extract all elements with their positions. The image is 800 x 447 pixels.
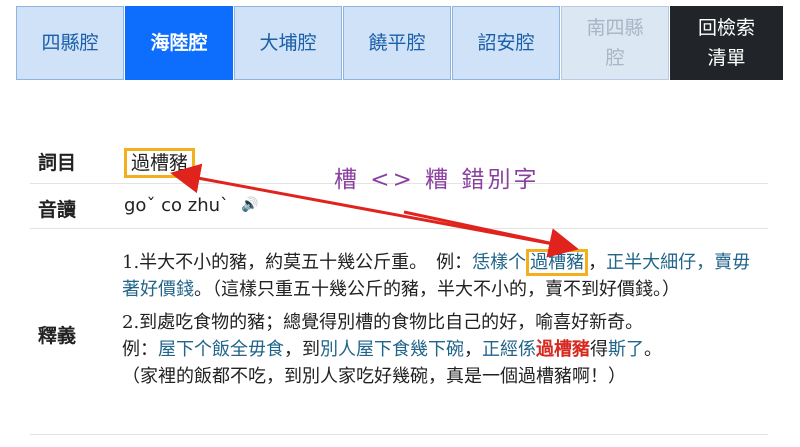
annotation-arrow	[170, 163, 579, 258]
arrow-to-example	[403, 210, 579, 258]
